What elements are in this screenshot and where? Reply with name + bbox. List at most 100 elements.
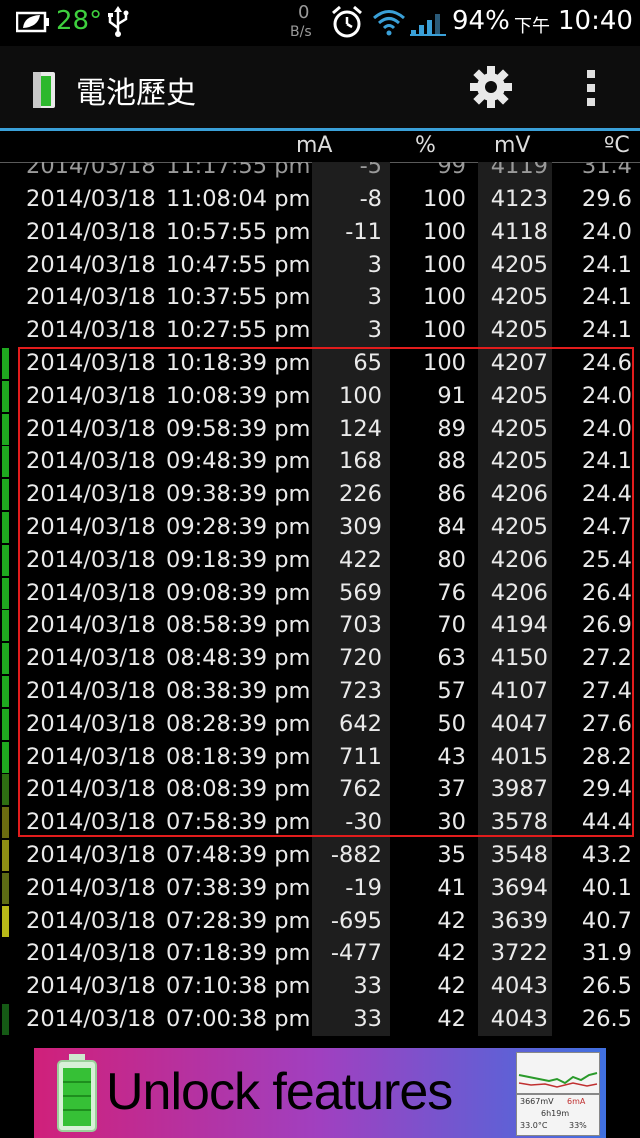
table-row[interactable]: 2014/03/18 09:28:39 pm 309 84 4205 24.7 bbox=[0, 511, 640, 544]
row-temp: 24.6 bbox=[581, 350, 632, 376]
table-row[interactable]: 2014/03/18 08:58:39 pm 703 70 4194 26.9 bbox=[0, 609, 640, 643]
row-percent: 63 bbox=[437, 645, 466, 672]
row-time: 09:28:39 pm bbox=[166, 514, 311, 540]
net-speed-value: 0 bbox=[298, 2, 310, 23]
table-row[interactable]: 2014/03/18 07:18:39 pm -477 42 3722 31.9 bbox=[0, 937, 640, 971]
table-row[interactable]: 2014/03/18 10:18:39 pm 65 100 4207 24.6 bbox=[0, 347, 640, 380]
table-row[interactable]: 2014/03/18 07:00:38 pm 33 42 4043 26.5 bbox=[0, 1003, 640, 1036]
table-row[interactable]: 2014/03/18 09:58:39 pm 124 89 4205 24.0 bbox=[0, 412, 640, 446]
row-percent: 70 bbox=[437, 612, 466, 639]
col-header-percent: % bbox=[415, 133, 436, 158]
row-ma: 642 bbox=[312, 707, 390, 741]
charge-indicator-bar bbox=[2, 840, 9, 871]
table-row[interactable]: 2014/03/18 09:38:39 pm 226 86 4206 24.4 bbox=[0, 478, 640, 512]
charge-indicator-bar bbox=[2, 512, 9, 543]
row-mv: 4206 bbox=[478, 478, 552, 512]
table-row[interactable]: 2014/03/18 09:48:39 pm 168 88 4205 24.1 bbox=[0, 445, 640, 479]
wifi-icon bbox=[372, 8, 406, 36]
table-row[interactable]: 2014/03/18 08:08:39 pm 762 37 3987 29.4 bbox=[0, 773, 640, 807]
table-row[interactable]: 2014/03/18 08:48:39 pm 720 63 4150 27.2 bbox=[0, 642, 640, 676]
row-mv: 4205 bbox=[478, 511, 552, 544]
row-ma: 226 bbox=[312, 478, 390, 512]
row-date: 2014/03/18 bbox=[26, 186, 156, 212]
row-mv: 3722 bbox=[478, 937, 552, 971]
history-list[interactable]: 2014/03/18 11:17:55 pm -5 99 4119 31.4 2… bbox=[0, 162, 640, 1042]
row-percent: 41 bbox=[437, 874, 466, 901]
row-mv: 4119 bbox=[478, 162, 552, 183]
row-mv: 4043 bbox=[478, 970, 552, 1004]
app-icon[interactable] bbox=[30, 68, 60, 114]
row-date: 2014/03/18 bbox=[26, 546, 156, 573]
charge-indicator-bar bbox=[2, 184, 9, 215]
overflow-menu-icon[interactable] bbox=[584, 68, 598, 112]
row-temp: 26.9 bbox=[581, 612, 632, 639]
ad-banner[interactable]: Unlock features 3667mV 6mA 6h19m 33.0°C … bbox=[34, 1048, 606, 1138]
row-temp: 26.5 bbox=[581, 973, 632, 1000]
row-mv: 3548 bbox=[478, 839, 552, 872]
table-row[interactable]: 2014/03/18 10:57:55 pm -11 100 4118 24.0 bbox=[0, 215, 640, 249]
row-date: 2014/03/18 bbox=[26, 645, 156, 672]
table-row[interactable]: 2014/03/18 10:47:55 pm 3 100 4205 24.1 bbox=[0, 248, 640, 282]
table-row[interactable]: 2014/03/18 07:10:38 pm 33 42 4043 26.5 bbox=[0, 970, 640, 1004]
ad-stat-mv: 3667mV bbox=[520, 1097, 554, 1106]
table-row-partial[interactable]: 2014/03/18 11:17:55 pm -5 99 4119 31.4 bbox=[0, 162, 640, 183]
ad-stats-thumb: 3667mV 6mA 6h19m 33.0°C 33% bbox=[516, 1094, 600, 1136]
battery-percent: 94% bbox=[452, 6, 510, 36]
row-time: 08:38:39 pm bbox=[166, 678, 311, 704]
table-row[interactable]: 2014/03/18 07:58:39 pm -30 30 3578 44.4 bbox=[0, 806, 640, 840]
row-temp: 24.7 bbox=[581, 514, 632, 540]
row-time: 10:57:55 pm bbox=[166, 218, 311, 245]
row-time: 10:37:55 pm bbox=[166, 284, 311, 311]
row-date: 2014/03/18 bbox=[26, 940, 156, 967]
row-ma: 100 bbox=[312, 379, 390, 413]
table-row[interactable]: 2014/03/18 10:08:39 pm 100 91 4205 24.0 bbox=[0, 379, 640, 413]
row-percent: 76 bbox=[437, 579, 466, 606]
battery-leaf-icon bbox=[16, 8, 50, 36]
row-time: 09:58:39 pm bbox=[166, 415, 311, 442]
row-percent: 42 bbox=[437, 907, 466, 934]
table-row[interactable]: 2014/03/18 10:27:55 pm 3 100 4205 24.1 bbox=[0, 314, 640, 348]
row-percent: 57 bbox=[437, 678, 466, 704]
table-row[interactable]: 2014/03/18 07:38:39 pm -19 41 3694 40.1 bbox=[0, 871, 640, 905]
row-time: 08:58:39 pm bbox=[166, 612, 311, 639]
ad-text: Unlock features bbox=[106, 1063, 453, 1121]
table-row[interactable]: 2014/03/18 07:28:39 pm -695 42 3639 40.7 bbox=[0, 904, 640, 938]
row-time: 09:08:39 pm bbox=[166, 579, 311, 606]
row-ma: -477 bbox=[312, 937, 390, 971]
table-row[interactable]: 2014/03/18 09:18:39 pm 422 80 4206 25.4 bbox=[0, 543, 640, 577]
column-header: mA % mV ºC bbox=[0, 131, 640, 163]
row-date: 2014/03/18 bbox=[26, 842, 156, 868]
table-row[interactable]: 2014/03/18 08:18:39 pm 711 43 4015 28.2 bbox=[0, 740, 640, 774]
charge-indicator-bar bbox=[2, 708, 9, 740]
table-row[interactable]: 2014/03/18 10:37:55 pm 3 100 4205 24.1 bbox=[0, 281, 640, 315]
settings-gear-icon[interactable] bbox=[468, 64, 514, 114]
row-time: 08:48:39 pm bbox=[166, 645, 311, 672]
row-ma: 422 bbox=[312, 543, 390, 577]
row-time: 07:28:39 pm bbox=[166, 907, 311, 934]
table-row[interactable]: 2014/03/18 08:28:39 pm 642 50 4047 27.6 bbox=[0, 707, 640, 741]
clock-time: 10:40 bbox=[558, 6, 633, 36]
row-date: 2014/03/18 bbox=[26, 678, 156, 704]
charge-indicator-bar bbox=[2, 905, 9, 937]
row-percent: 42 bbox=[437, 1006, 466, 1032]
charge-indicator-bar bbox=[2, 413, 9, 445]
row-mv: 4205 bbox=[478, 248, 552, 282]
row-temp: 28.2 bbox=[581, 743, 632, 770]
table-row[interactable]: 2014/03/18 09:08:39 pm 569 76 4206 26.4 bbox=[0, 576, 640, 610]
charge-indicator-bar bbox=[2, 348, 9, 379]
row-mv: 4206 bbox=[478, 543, 552, 577]
row-temp: 24.1 bbox=[581, 251, 632, 278]
row-date: 2014/03/18 bbox=[26, 382, 156, 409]
table-row[interactable]: 2014/03/18 07:48:39 pm -882 35 3548 43.2 bbox=[0, 839, 640, 872]
table-row[interactable]: 2014/03/18 08:38:39 pm 723 57 4107 27.4 bbox=[0, 675, 640, 708]
row-mv: 4015 bbox=[478, 740, 552, 774]
row-time: 09:18:39 pm bbox=[166, 546, 311, 573]
row-mv: 4205 bbox=[478, 314, 552, 348]
charge-indicator-bar bbox=[2, 610, 9, 642]
table-row[interactable]: 2014/03/18 11:08:04 pm -8 100 4123 29.6 bbox=[0, 183, 640, 216]
row-time: 11:17:55 pm bbox=[166, 162, 311, 179]
row-temp: 29.4 bbox=[581, 776, 632, 803]
row-mv: 4118 bbox=[478, 215, 552, 249]
row-ma: 65 bbox=[312, 347, 390, 380]
row-percent: 100 bbox=[423, 251, 466, 278]
